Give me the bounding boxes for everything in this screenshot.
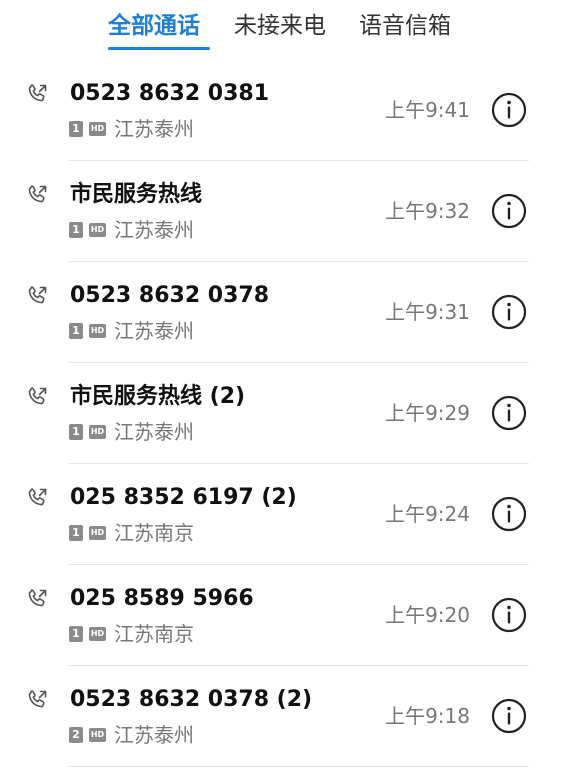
outgoing-call-icon	[28, 387, 47, 405]
info-icon[interactable]	[491, 92, 527, 128]
call-meta: 1 HD 江苏泰州	[69, 117, 194, 141]
call-meta: 1 HD 江苏泰州	[69, 319, 194, 343]
info-icon[interactable]	[491, 294, 527, 330]
call-log-row[interactable]: 市民服务热线 1 HD 江苏泰州 上午9:32	[0, 161, 566, 262]
sim-card-badge: 1	[69, 323, 83, 339]
caller-location: 江苏南京	[114, 622, 194, 646]
hd-badge: HD	[89, 122, 106, 136]
outgoing-call-icon	[28, 690, 47, 708]
outgoing-call-icon	[28, 589, 47, 607]
caller-name: 市民服务热线 (2)	[70, 384, 246, 409]
caller-name: 0523 8632 0381	[70, 81, 270, 106]
sim-card-badge: 2	[69, 727, 83, 743]
call-log-row[interactable]: 0523 8632 0378 (2) 2 HD 江苏泰州 上午9:18	[0, 666, 566, 767]
outgoing-call-icon	[28, 185, 47, 203]
call-meta: 1 HD 江苏南京	[69, 622, 194, 646]
sim-card-badge: 1	[69, 525, 83, 541]
sim-card-badge: 1	[69, 121, 83, 137]
hd-badge: HD	[89, 728, 106, 742]
hd-badge: HD	[89, 526, 106, 540]
sim-card-badge: 1	[69, 626, 83, 642]
call-log-row[interactable]: 0523 8632 0381 1 HD 江苏泰州 上午9:41	[0, 60, 566, 161]
call-log-row[interactable]: 0523 8632 0378 1 HD 江苏泰州 上午9:31	[0, 262, 566, 363]
outgoing-call-icon	[28, 488, 47, 506]
caller-location: 江苏南京	[114, 521, 194, 545]
tab-missed-calls[interactable]: 未接来电	[234, 10, 326, 42]
call-meta: 1 HD 江苏泰州	[69, 218, 194, 242]
outgoing-call-icon	[28, 286, 47, 304]
caller-name: 025 8589 5966	[70, 586, 254, 611]
hd-badge: HD	[89, 223, 106, 237]
call-log-tabs: 全部通话 未接来电 语音信箱	[0, 0, 566, 60]
row-divider	[69, 766, 529, 767]
call-log-row[interactable]: 025 8352 6197 (2) 1 HD 江苏南京 上午9:24	[0, 464, 566, 565]
info-icon[interactable]	[491, 496, 527, 532]
call-log-row[interactable]: 025 8589 5966 1 HD 江苏南京 上午9:20	[0, 565, 566, 666]
call-time: 上午9:20	[385, 603, 470, 627]
call-meta: 1 HD 江苏南京	[69, 521, 194, 545]
tab-all-calls[interactable]: 全部通话	[108, 10, 200, 42]
sim-card-badge: 1	[69, 424, 83, 440]
caller-location: 江苏泰州	[114, 723, 194, 747]
call-time: 上午9:24	[385, 502, 470, 526]
info-icon[interactable]	[491, 597, 527, 633]
caller-location: 江苏泰州	[114, 117, 194, 141]
caller-name: 025 8352 6197 (2)	[70, 485, 297, 510]
caller-name: 市民服务热线	[70, 182, 203, 207]
call-meta: 1 HD 江苏泰州	[69, 420, 194, 444]
outgoing-call-icon	[28, 84, 47, 102]
info-icon[interactable]	[491, 698, 527, 734]
sim-card-badge: 1	[69, 222, 83, 238]
caller-name: 0523 8632 0378	[70, 283, 270, 308]
hd-badge: HD	[89, 324, 106, 338]
hd-badge: HD	[89, 627, 106, 641]
call-time: 上午9:41	[385, 98, 470, 122]
call-time: 上午9:29	[385, 401, 470, 425]
info-icon[interactable]	[491, 395, 527, 431]
caller-location: 江苏泰州	[114, 420, 194, 444]
info-icon[interactable]	[491, 193, 527, 229]
call-meta: 2 HD 江苏泰州	[69, 723, 194, 747]
caller-name: 0523 8632 0378 (2)	[70, 687, 313, 712]
call-time: 上午9:32	[385, 199, 470, 223]
caller-location: 江苏泰州	[114, 319, 194, 343]
call-log-row[interactable]: 市民服务热线 (2) 1 HD 江苏泰州 上午9:29	[0, 363, 566, 464]
tab-voicemail[interactable]: 语音信箱	[359, 10, 451, 42]
caller-location: 江苏泰州	[114, 218, 194, 242]
hd-badge: HD	[89, 425, 106, 439]
call-time: 上午9:18	[385, 704, 470, 728]
call-log-screen: 全部通话 未接来电 语音信箱 0523 8632 0381 1 HD 江苏泰州 …	[0, 0, 566, 768]
active-tab-indicator	[108, 47, 210, 50]
call-time: 上午9:31	[385, 300, 470, 324]
